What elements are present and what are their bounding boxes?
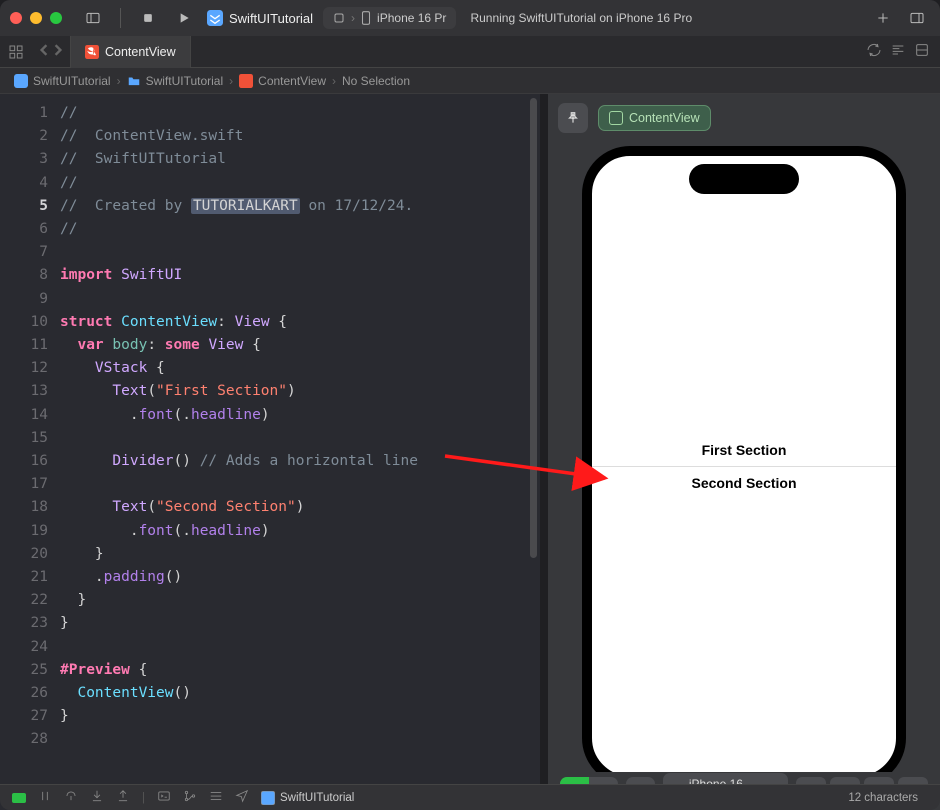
preview-target-badge[interactable]: ContentView	[598, 105, 711, 131]
step-into-icon[interactable]	[90, 789, 104, 806]
device-name-short: iPhone 16 Pr	[377, 11, 446, 25]
status-project[interactable]: SwiftUITutorial	[261, 791, 354, 805]
close-window-button[interactable]	[10, 12, 22, 24]
minimize-window-button[interactable]	[30, 12, 42, 24]
breadcrumb-selection[interactable]: No Selection	[338, 74, 414, 88]
canvas-area[interactable]: First Section Second Section	[548, 142, 940, 772]
toggle-navigator-button[interactable]	[80, 5, 106, 31]
preview-icon	[609, 111, 623, 125]
source-editor[interactable]: 1234567891011121314151617181920212223242…	[0, 94, 540, 810]
breadcrumb-folder[interactable]: SwiftUITutorial	[123, 74, 228, 88]
stop-button[interactable]	[135, 5, 161, 31]
location-icon[interactable]	[235, 789, 249, 806]
editor-scrollbar[interactable]	[530, 98, 537, 698]
tab-label: ContentView	[105, 45, 176, 59]
tab-bar: ContentView	[0, 36, 940, 68]
swift-file-icon	[239, 74, 253, 88]
library-button[interactable]	[904, 5, 930, 31]
project-icon	[261, 791, 275, 805]
window-controls	[10, 12, 62, 24]
swift-file-icon	[85, 45, 99, 59]
step-out-icon[interactable]	[116, 789, 130, 806]
nav-forward-button[interactable]	[52, 44, 64, 59]
related-items-button[interactable]	[0, 36, 32, 68]
status-bar: | SwiftUITutorial 12 characters	[0, 784, 940, 810]
breadcrumb: SwiftUITutorial › SwiftUITutorial › Cont…	[0, 68, 940, 94]
preview-text-second: Second Section	[691, 475, 796, 491]
titlebar: SwiftUITutorial › iPhone 16 Pr Running S…	[0, 0, 940, 36]
add-button[interactable]	[870, 5, 896, 31]
app-glyph-icon	[333, 12, 345, 24]
main-area: 1234567891011121314151617181920212223242…	[0, 94, 940, 810]
adjust-editor-icon[interactable]	[914, 42, 930, 61]
zoom-window-button[interactable]	[50, 12, 62, 24]
project-icon	[14, 74, 28, 88]
run-destination[interactable]: › iPhone 16 Pr	[323, 7, 456, 29]
views-icon[interactable]	[209, 789, 223, 806]
folder-icon	[127, 75, 141, 87]
terminal-icon[interactable]	[157, 789, 171, 806]
canvas-preview: ContentView First Section Second Section	[548, 94, 940, 810]
scheme-selector[interactable]: SwiftUITutorial	[207, 10, 313, 26]
app-icon	[207, 10, 223, 26]
scheme-name: SwiftUITutorial	[229, 11, 313, 26]
split-divider[interactable]	[540, 94, 548, 810]
tab-contentview[interactable]: ContentView	[70, 36, 191, 68]
debug-pause-icon[interactable]	[38, 789, 52, 806]
selection-status: 12 characters	[848, 792, 918, 804]
breadcrumb-project[interactable]: SwiftUITutorial	[10, 74, 115, 88]
nav-history	[32, 44, 70, 59]
build-success-indicator[interactable]	[12, 793, 26, 803]
run-button[interactable]	[171, 5, 197, 31]
device-bezel: First Section Second Section	[582, 146, 906, 772]
preview-content: First Section Second Section	[592, 156, 896, 772]
line-gutter: 1234567891011121314151617181920212223242…	[0, 94, 60, 810]
step-over-icon[interactable]	[64, 789, 78, 806]
activity-status: Running SwiftUITutorial on iPhone 16 Pro	[470, 11, 692, 25]
code-content[interactable]: // // ContentView.swift // SwiftUITutori…	[60, 94, 540, 810]
phone-icon	[361, 11, 371, 25]
refresh-icon[interactable]	[866, 42, 882, 61]
nav-back-button[interactable]	[38, 44, 50, 59]
source-control-icon[interactable]	[183, 789, 197, 806]
pin-preview-button[interactable]	[558, 103, 588, 133]
preview-divider	[592, 466, 896, 467]
breadcrumb-file[interactable]: ContentView	[235, 74, 330, 88]
preview-text-first: First Section	[702, 442, 787, 458]
minimap-icon[interactable]	[890, 42, 906, 61]
